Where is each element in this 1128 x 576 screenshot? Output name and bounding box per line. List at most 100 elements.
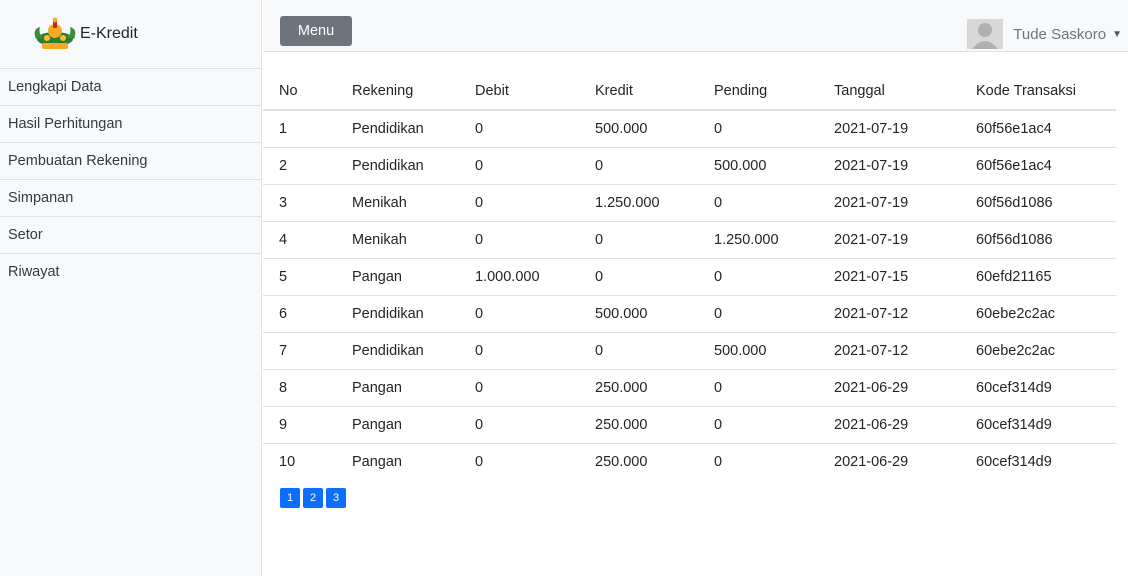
cell-kredit: 500.000 (579, 110, 698, 148)
cell-rekening: Menikah (336, 221, 459, 259)
cell-rekening: Pendidikan (336, 295, 459, 333)
sidebar-item-lengkapi-data[interactable]: Lengkapi Data (0, 69, 261, 106)
user-avatar-icon (967, 19, 1004, 49)
cell-rekening: Pangan (352, 453, 402, 470)
cell-kredit: 1.250.000 (579, 184, 698, 222)
cell-tanggal: 2021-06-29 (818, 369, 960, 407)
cell-no: 6 (263, 295, 336, 333)
cell-kode-transaksi: 60cef314d9 (960, 406, 1116, 444)
cell-rekening: Pangan (336, 369, 459, 407)
table-row: 2 Pendidikan 0 0 500.000 2021-07-19 60f56e1ac4 (263, 147, 1116, 185)
table-row: 10 Pangan 0 250.000 0 2021-06-29 60cef314d9 (263, 443, 1116, 480)
cell-no: 1 (263, 110, 336, 148)
column-header-tanggal: Tanggal (818, 72, 960, 111)
cell-tanggal: 2021-07-12 (818, 332, 960, 370)
user-name: Tude Saskoro (1013, 25, 1107, 43)
sidebar-item-hasil-perhitungan[interactable]: Hasil Perhitungan (0, 106, 261, 143)
table-row: 5 Pangan 1.000.000 0 0 2021-07-15 60efd21165 (263, 258, 1116, 296)
cell-kredit: 500.000 (579, 295, 698, 333)
cell-kode-transaksi: 60efd21165 (960, 258, 1116, 296)
cell-pending: 0 (698, 369, 818, 407)
cell-tanggal: 2021-07-19 (818, 110, 960, 148)
sidebar-item-riwayat[interactable]: Riwayat (0, 254, 261, 291)
cell-kredit: 0 (579, 221, 698, 259)
cell-pending: 0 (714, 453, 723, 470)
cell-rekening: Menikah (336, 184, 459, 222)
table-row: 4 Menikah 0 0 1.250.000 2021-07-19 60f56d1086 (263, 221, 1116, 259)
cell-no: 5 (263, 258, 336, 296)
table-header-row: No Rekening Debit Kredit Pending Tanggal Kode … (263, 72, 1116, 111)
cell-tanggal: 2021-07-12 (818, 295, 960, 333)
column-header-no: No (263, 72, 336, 111)
user-dropdown[interactable]: Tude Saskoro ▼ (967, 19, 1122, 49)
cell-pending: 500.000 (698, 147, 818, 185)
cell-debit: 0 (459, 406, 579, 444)
cell-pending: 0 (698, 184, 818, 222)
cell-kredit: 250.000 (579, 406, 698, 444)
cell-kredit: 0 (579, 258, 698, 296)
transaction-table-container: No Rekening Debit Kredit Pending Tanggal Kode … (263, 72, 1128, 480)
cell-rekening: Pendidikan (336, 332, 459, 370)
column-header-pending: Pending (698, 72, 818, 111)
cell-rekening: Pendidikan (336, 147, 459, 185)
cell-tanggal: 2021-07-15 (818, 258, 960, 296)
cell-kode-transaksi: 60f56d1086 (960, 184, 1116, 222)
column-header-debit: Debit (459, 72, 579, 111)
caret-down-icon: ▼ (1112, 28, 1122, 40)
page-button-3[interactable]: 3 (326, 488, 346, 508)
cell-debit: 0 (459, 332, 579, 370)
cell-no: 7 (263, 332, 336, 370)
cell-debit: 0 (459, 184, 579, 222)
cell-debit: 0 (459, 369, 579, 407)
cell-debit: 0 (459, 295, 579, 333)
cell-kode-transaksi: 60f56d1086 (960, 221, 1116, 259)
cell-kode-transaksi: 60ebe2c2ac (960, 332, 1116, 370)
cell-kredit: 250.000 (579, 369, 698, 407)
cell-rekening: Pendidikan (336, 110, 459, 148)
cell-tanggal: 2021-06-29 (834, 453, 909, 470)
cell-kode-transaksi: 60ebe2c2ac (960, 295, 1116, 333)
cell-no: 2 (263, 147, 336, 185)
sidebar-item-setor[interactable]: Setor (0, 217, 261, 254)
cell-kredit: 0 (579, 147, 698, 185)
cell-rekening: Pangan (336, 406, 459, 444)
cell-kode-transaksi: 60f56e1ac4 (960, 147, 1116, 185)
cell-pending: 500.000 (698, 332, 818, 370)
cell-no: 8 (263, 369, 336, 407)
cell-pending: 0 (698, 406, 818, 444)
cell-kredit: 0 (579, 332, 698, 370)
sidebar-item-pembuatan-rekening[interactable]: Pembuatan Rekening (0, 143, 261, 180)
column-header-kredit: Kredit (579, 72, 698, 111)
logo-icon (34, 17, 76, 49)
cell-pending: 0 (698, 295, 818, 333)
menu-button[interactable]: Menu (280, 16, 352, 46)
table-row: 8 Pangan 0 250.000 0 2021-06-29 60cef314d9 (263, 369, 1116, 407)
cell-debit: 0 (459, 110, 579, 148)
table-row: 9 Pangan 0 250.000 0 2021-06-29 60cef314d9 (263, 406, 1116, 444)
cell-kode-transaksi: 60cef314d9 (960, 369, 1116, 407)
cell-rekening: Pangan (336, 258, 459, 296)
cell-debit: 1.000.000 (459, 258, 579, 296)
cell-debit: 0 (459, 221, 579, 259)
brand[interactable]: E-Kredit (0, 0, 261, 69)
cell-tanggal: 2021-07-19 (818, 221, 960, 259)
cell-pending: 1.250.000 (698, 221, 818, 259)
cell-kode-transaksi: 60cef314d9 (976, 453, 1052, 470)
topbar: Menu Tude Saskoro ▼ (263, 0, 1128, 52)
cell-tanggal: 2021-06-29 (818, 406, 960, 444)
table-row: 6 Pendidikan 0 500.000 0 2021-07-12 60ebe2c2ac (263, 295, 1116, 333)
column-header-kode-transaksi: Kode Transaksi (960, 72, 1116, 111)
page-button-2[interactable]: 2 (303, 488, 323, 508)
page-button-1[interactable]: 1 (280, 488, 300, 508)
table-row: 1 Pendidikan 0 500.000 0 2021-07-19 60f56e1ac4 (263, 110, 1116, 148)
column-header-rekening: Rekening (336, 72, 459, 111)
cell-no: 10 (279, 453, 296, 470)
sidebar-item-simpanan[interactable]: Simpanan (0, 180, 261, 217)
cell-no: 9 (263, 406, 336, 444)
cell-debit: 0 (475, 453, 484, 470)
cell-tanggal: 2021-07-19 (818, 147, 960, 185)
sidebar: E-Kredit Lengkapi Data Hasil Perhitungan… (0, 0, 262, 576)
cell-no: 4 (263, 221, 336, 259)
cell-tanggal: 2021-07-19 (818, 184, 960, 222)
cell-kredit: 250.000 (595, 453, 648, 470)
